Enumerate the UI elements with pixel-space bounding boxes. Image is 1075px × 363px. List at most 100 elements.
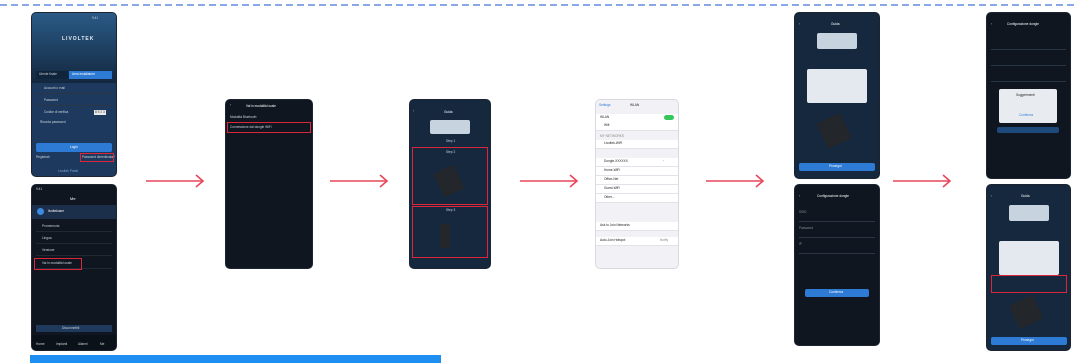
- password-field[interactable]: Password: [44, 98, 58, 102]
- page-title: Configurazione dongle: [1007, 22, 1039, 26]
- tab-user[interactable]: Utente finale: [36, 71, 68, 79]
- next-button[interactable]: Prosegui: [991, 337, 1067, 345]
- tab-bar: Home Impianti Allarmi Me: [32, 335, 116, 350]
- back-link[interactable]: Settings: [599, 103, 611, 107]
- network-row[interactable]: Guest-WiFi: [596, 185, 678, 194]
- password-underline: [36, 105, 112, 106]
- user-card[interactable]: livoltekuser: [32, 205, 116, 219]
- ip-input[interactable]: [799, 253, 875, 254]
- inverter-image: [440, 224, 450, 248]
- menu-item-language[interactable]: Lingua: [36, 235, 112, 244]
- confirm-button[interactable]: [997, 127, 1059, 133]
- screen-config-1: ‹ Configurazione dongle SSID Password IP…: [795, 185, 879, 345]
- option-label: Modalità Bluetooth: [230, 115, 257, 119]
- connected-network[interactable]: Wifi: [596, 122, 678, 131]
- tab-home[interactable]: Home: [36, 342, 45, 346]
- next-button-label: Prosegui: [1021, 338, 1034, 342]
- row-label: Other...: [604, 195, 615, 199]
- next-button-label: Prosegui: [829, 164, 842, 168]
- ssid-input[interactable]: [991, 49, 1066, 50]
- ssid-label: SSID: [799, 210, 807, 214]
- screen-login: 9:41 LIVOLTEK Utente finale Area install…: [32, 13, 116, 176]
- top-dashed-border: [0, 0, 1075, 10]
- account-field[interactable]: Account o mail: [44, 86, 65, 90]
- network-row[interactable]: Office-Net: [596, 176, 678, 185]
- menu-item-label: Promemoria: [42, 224, 60, 228]
- arrow-right-icon: [520, 174, 579, 188]
- back-icon[interactable]: ‹: [413, 109, 414, 113]
- screen-guide-3: ‹ Guida Prosegui: [987, 185, 1070, 350]
- guide-image: [430, 120, 470, 134]
- row-label: Livoltek-WiFi: [604, 141, 623, 145]
- brand-logo: LIVOLTEK: [62, 36, 95, 42]
- step-label: Step 3: [446, 208, 456, 212]
- row-label: Guest-WiFi: [604, 186, 620, 190]
- confirm-button[interactable]: Conferma: [805, 289, 869, 297]
- row-value: Notify: [660, 238, 669, 242]
- highlight-box: [34, 258, 82, 270]
- status-time: 9:41: [92, 16, 99, 20]
- page-title: Vai in modalità locale: [246, 104, 276, 108]
- ip-input[interactable]: [991, 81, 1066, 82]
- arrow-right-icon: [146, 174, 205, 188]
- section-header: MY NETWORKS: [600, 134, 625, 138]
- back-icon[interactable]: ‹: [799, 22, 800, 26]
- menu-item-reminder[interactable]: Promemoria: [36, 223, 112, 232]
- ssid-input[interactable]: [799, 221, 875, 222]
- menu-item-label: Lingua: [42, 236, 52, 240]
- network-row[interactable]: Home-WiFi: [596, 167, 678, 176]
- wifi-icon: ◔: [662, 159, 664, 163]
- menu-item-version[interactable]: Versione: [36, 247, 112, 256]
- screen-wifi-settings: Settings WLAN WLAN Wifi MY NETWORKS Livo…: [596, 100, 678, 268]
- dialog-confirm-button[interactable]: Conferma: [1019, 113, 1033, 117]
- register-link[interactable]: Registrati: [36, 155, 49, 159]
- menu-item-label: Versione: [42, 248, 55, 252]
- network-row[interactable]: Dongle-XXXXXX ◔: [596, 158, 678, 167]
- row-label: Office-Net: [604, 177, 619, 181]
- password-input[interactable]: [991, 65, 1066, 66]
- tab-alarms[interactable]: Allarmi: [78, 342, 88, 346]
- login-footer: Livoltek Portal: [58, 169, 79, 173]
- tab-user-label: Utente finale: [39, 72, 57, 76]
- remember-checkbox[interactable]: Ricorda password: [40, 120, 66, 124]
- login-button[interactable]: Login: [36, 143, 112, 152]
- arrow-right-icon: [893, 174, 952, 188]
- status-time: 9:41: [36, 187, 43, 191]
- username: livoltekuser: [48, 209, 64, 213]
- arrow-right-icon: [706, 174, 765, 188]
- password-label: Password: [799, 226, 813, 230]
- highlight-box: [80, 153, 114, 162]
- logout-button[interactable]: Disconnettiti: [36, 325, 112, 332]
- dongle-image: [1008, 294, 1044, 330]
- guide-image: [1009, 205, 1049, 221]
- screen-me: 9:41 Me livoltekuser Promemoria Lingua V…: [32, 185, 116, 350]
- arrow-right-icon: [330, 174, 389, 188]
- back-icon[interactable]: ‹: [991, 194, 992, 198]
- tab-plants[interactable]: Impianti: [56, 342, 67, 346]
- tab-me[interactable]: Me: [100, 342, 104, 346]
- auto-join-row[interactable]: Auto-Join Hotspot Notify: [596, 237, 678, 246]
- step-label: Step 2: [446, 150, 456, 154]
- page-title: WLAN: [630, 103, 640, 107]
- other-network-row[interactable]: Other...: [596, 194, 678, 203]
- tab-installer[interactable]: Area installatore: [69, 71, 112, 79]
- back-icon[interactable]: ‹: [799, 194, 800, 198]
- ask-join-row[interactable]: Ask to Join Networks: [596, 222, 678, 231]
- captcha-image[interactable]: 8 9 2 3: [94, 110, 106, 116]
- back-icon[interactable]: ‹: [991, 22, 992, 26]
- highlight-box: [991, 275, 1067, 293]
- page-title: Guida: [1021, 194, 1030, 198]
- toggle-icon[interactable]: [664, 115, 674, 120]
- row-label: WLAN: [600, 115, 610, 119]
- bottom-blue-bar: [30, 355, 441, 363]
- login-button-label: Login: [70, 145, 78, 149]
- screen-guide-2: ‹ Guida Prosegui: [795, 13, 879, 178]
- password-input[interactable]: [799, 237, 875, 238]
- next-button[interactable]: Prosegui: [799, 163, 875, 171]
- page-title: Guida: [444, 110, 453, 114]
- network-row[interactable]: Livoltek-WiFi: [596, 140, 678, 149]
- back-icon[interactable]: ‹: [230, 103, 231, 107]
- highlight-box: [227, 122, 311, 133]
- captcha-field[interactable]: Codice di verifica: [44, 110, 68, 114]
- row-label: Dongle-XXXXXX: [604, 159, 628, 163]
